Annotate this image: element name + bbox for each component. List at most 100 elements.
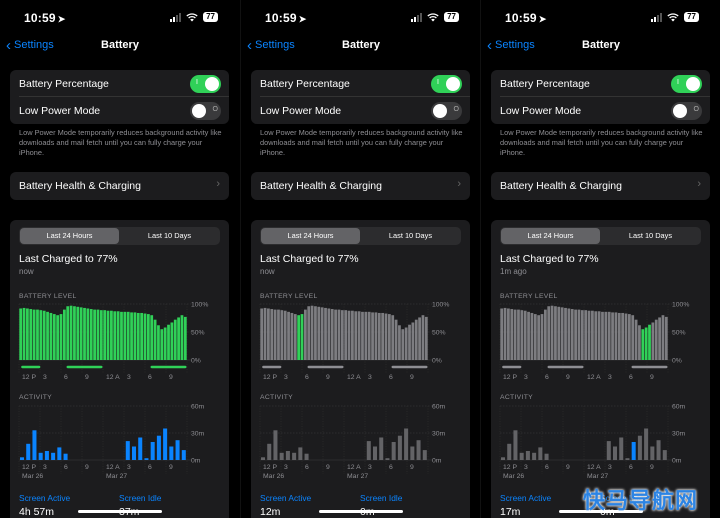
battery-percentage-toggle[interactable]: I: [431, 74, 462, 93]
activity-bar: [138, 437, 143, 460]
activity-date-label: Mar 27: [347, 473, 368, 480]
battery-percentage-toggle[interactable]: I: [671, 74, 702, 93]
activity-bar: [619, 437, 624, 460]
battery-level-bar: [73, 306, 76, 360]
battery-level-bar: [110, 310, 113, 360]
battery-status-icon: 77: [203, 12, 218, 22]
battery-level-bar: [66, 306, 70, 360]
toggle-off-icon: O: [212, 105, 218, 113]
activity-bar: [163, 428, 168, 460]
battery-level-bar: [297, 315, 301, 360]
battery-level-bar: [260, 308, 264, 360]
battery-x-tick: 9: [566, 374, 570, 381]
activity-bar: [125, 441, 130, 460]
battery-level-bar: [604, 311, 608, 360]
activity-x-tick: 6: [148, 464, 152, 471]
chevron-right-icon: ›: [697, 178, 701, 190]
battery-usage-charts: 100% 50% 0% 12 P 3 6 9 12 A 3 6 9 60m 30m 0m 12 P 3 6 9 12…: [18, 302, 208, 480]
battery-percentage-row: Battery Percentage I: [500, 70, 710, 97]
battery-x-tick: 6: [629, 374, 633, 381]
battery-level-bar: [658, 317, 661, 360]
activity-x-tick: 3: [127, 464, 131, 471]
battery-level-bar: [601, 311, 604, 360]
activity-y-tick: 30m: [191, 431, 205, 438]
battery-level-bar: [404, 327, 408, 360]
battery-x-tick: 6: [148, 374, 152, 381]
battery-level-bar: [513, 309, 517, 360]
battery-settings-screen-2: 10:59 ➤ 77 ‹ Settings Battery Battery Perc…: [240, 0, 480, 518]
battery-health-row[interactable]: Battery Health & Charging ›: [10, 172, 229, 200]
screen-idle-label: Screen Idle: [360, 493, 403, 503]
battery-level-bar: [408, 324, 411, 360]
battery-level-bar: [523, 310, 527, 360]
activity-bar: [292, 452, 297, 460]
activity-bar: [501, 457, 506, 460]
battery-x-tick: 3: [284, 374, 288, 381]
battery-level-bar: [611, 312, 614, 360]
battery-level-bar: [361, 311, 364, 360]
battery-y-tick: 100%: [432, 302, 449, 309]
battery-level-bar: [560, 307, 564, 360]
battery-level-bar: [387, 314, 391, 360]
battery-health-label: Battery Health & Charging: [19, 180, 141, 192]
battery-health-row[interactable]: Battery Health & Charging ›: [491, 172, 710, 200]
battery-level-bar: [401, 329, 405, 360]
battery-level-bar: [641, 329, 645, 360]
battery-level-bar: [371, 312, 374, 360]
battery-level-bar: [167, 324, 170, 360]
battery-settings-screen-1: 10:59 ➤ 77 ‹ Settings Battery Battery Perc…: [0, 0, 240, 518]
battery-y-tick: 50%: [191, 330, 205, 337]
battery-x-tick: 12 A: [347, 374, 361, 381]
battery-x-tick: 3: [524, 374, 528, 381]
activity-y-tick: 30m: [432, 431, 446, 438]
battery-level-bar: [364, 311, 368, 360]
activity-x-tick: 3: [368, 464, 372, 471]
activity-bar: [606, 441, 611, 460]
battery-level-bar: [344, 310, 348, 360]
battery-percentage-toggle[interactable]: I: [190, 74, 221, 93]
battery-level-bar: [530, 312, 534, 360]
status-icons: 77: [170, 12, 218, 22]
battery-x-tick: 12 A: [106, 374, 120, 381]
battery-percentage-label: Battery Percentage: [19, 77, 109, 90]
battery-level-bar: [93, 309, 96, 360]
low-power-mode-row: Low Power Mode O: [260, 97, 462, 124]
battery-level-bar: [587, 310, 591, 360]
battery-level-bar: [564, 307, 567, 360]
battery-level-bar: [500, 308, 504, 360]
low-power-mode-toggle[interactable]: O: [190, 101, 221, 120]
activity-bar: [544, 453, 549, 460]
battery-level-bar: [163, 327, 167, 360]
battery-percentage-row: Battery Percentage I: [260, 70, 470, 97]
status-bar: 10:59 ➤ 77: [0, 0, 240, 36]
battery-level-bar: [170, 322, 174, 360]
activity-bar: [298, 447, 303, 460]
low-power-mode-toggle[interactable]: O: [671, 101, 702, 120]
battery-options-card: Battery Percentage I Low Power Mode O: [491, 70, 710, 124]
activity-x-tick: 12 P: [263, 464, 277, 471]
activity-bar: [366, 441, 371, 460]
navigation-bar: ‹ Settings Battery: [481, 36, 720, 56]
low-power-footnote: Low Power Mode temporarily reduces backg…: [19, 128, 222, 157]
battery-health-row[interactable]: Battery Health & Charging ›: [251, 172, 470, 200]
activity-x-tick: 12 P: [503, 464, 517, 471]
battery-y-tick: 50%: [432, 330, 446, 337]
activity-x-tick: 9: [326, 464, 330, 471]
battery-y-tick: 0%: [672, 358, 682, 365]
battery-level-bar: [314, 306, 317, 360]
battery-level-bar: [334, 309, 337, 360]
battery-level-bar: [533, 314, 537, 360]
battery-x-tick: 3: [43, 374, 47, 381]
battery-x-tick: 12 P: [503, 374, 517, 381]
battery-level-bar: [418, 317, 421, 360]
battery-level-bar: [591, 310, 594, 360]
battery-x-tick: 9: [169, 374, 173, 381]
battery-level-bar: [411, 322, 415, 360]
battery-level-bar: [330, 309, 334, 360]
low-power-mode-toggle[interactable]: O: [431, 101, 462, 120]
activity-bar: [267, 443, 272, 460]
battery-x-tick: 3: [127, 374, 131, 381]
battery-level-bar: [283, 310, 287, 360]
activity-bar: [304, 453, 309, 460]
toggle-off-icon: O: [693, 105, 699, 113]
